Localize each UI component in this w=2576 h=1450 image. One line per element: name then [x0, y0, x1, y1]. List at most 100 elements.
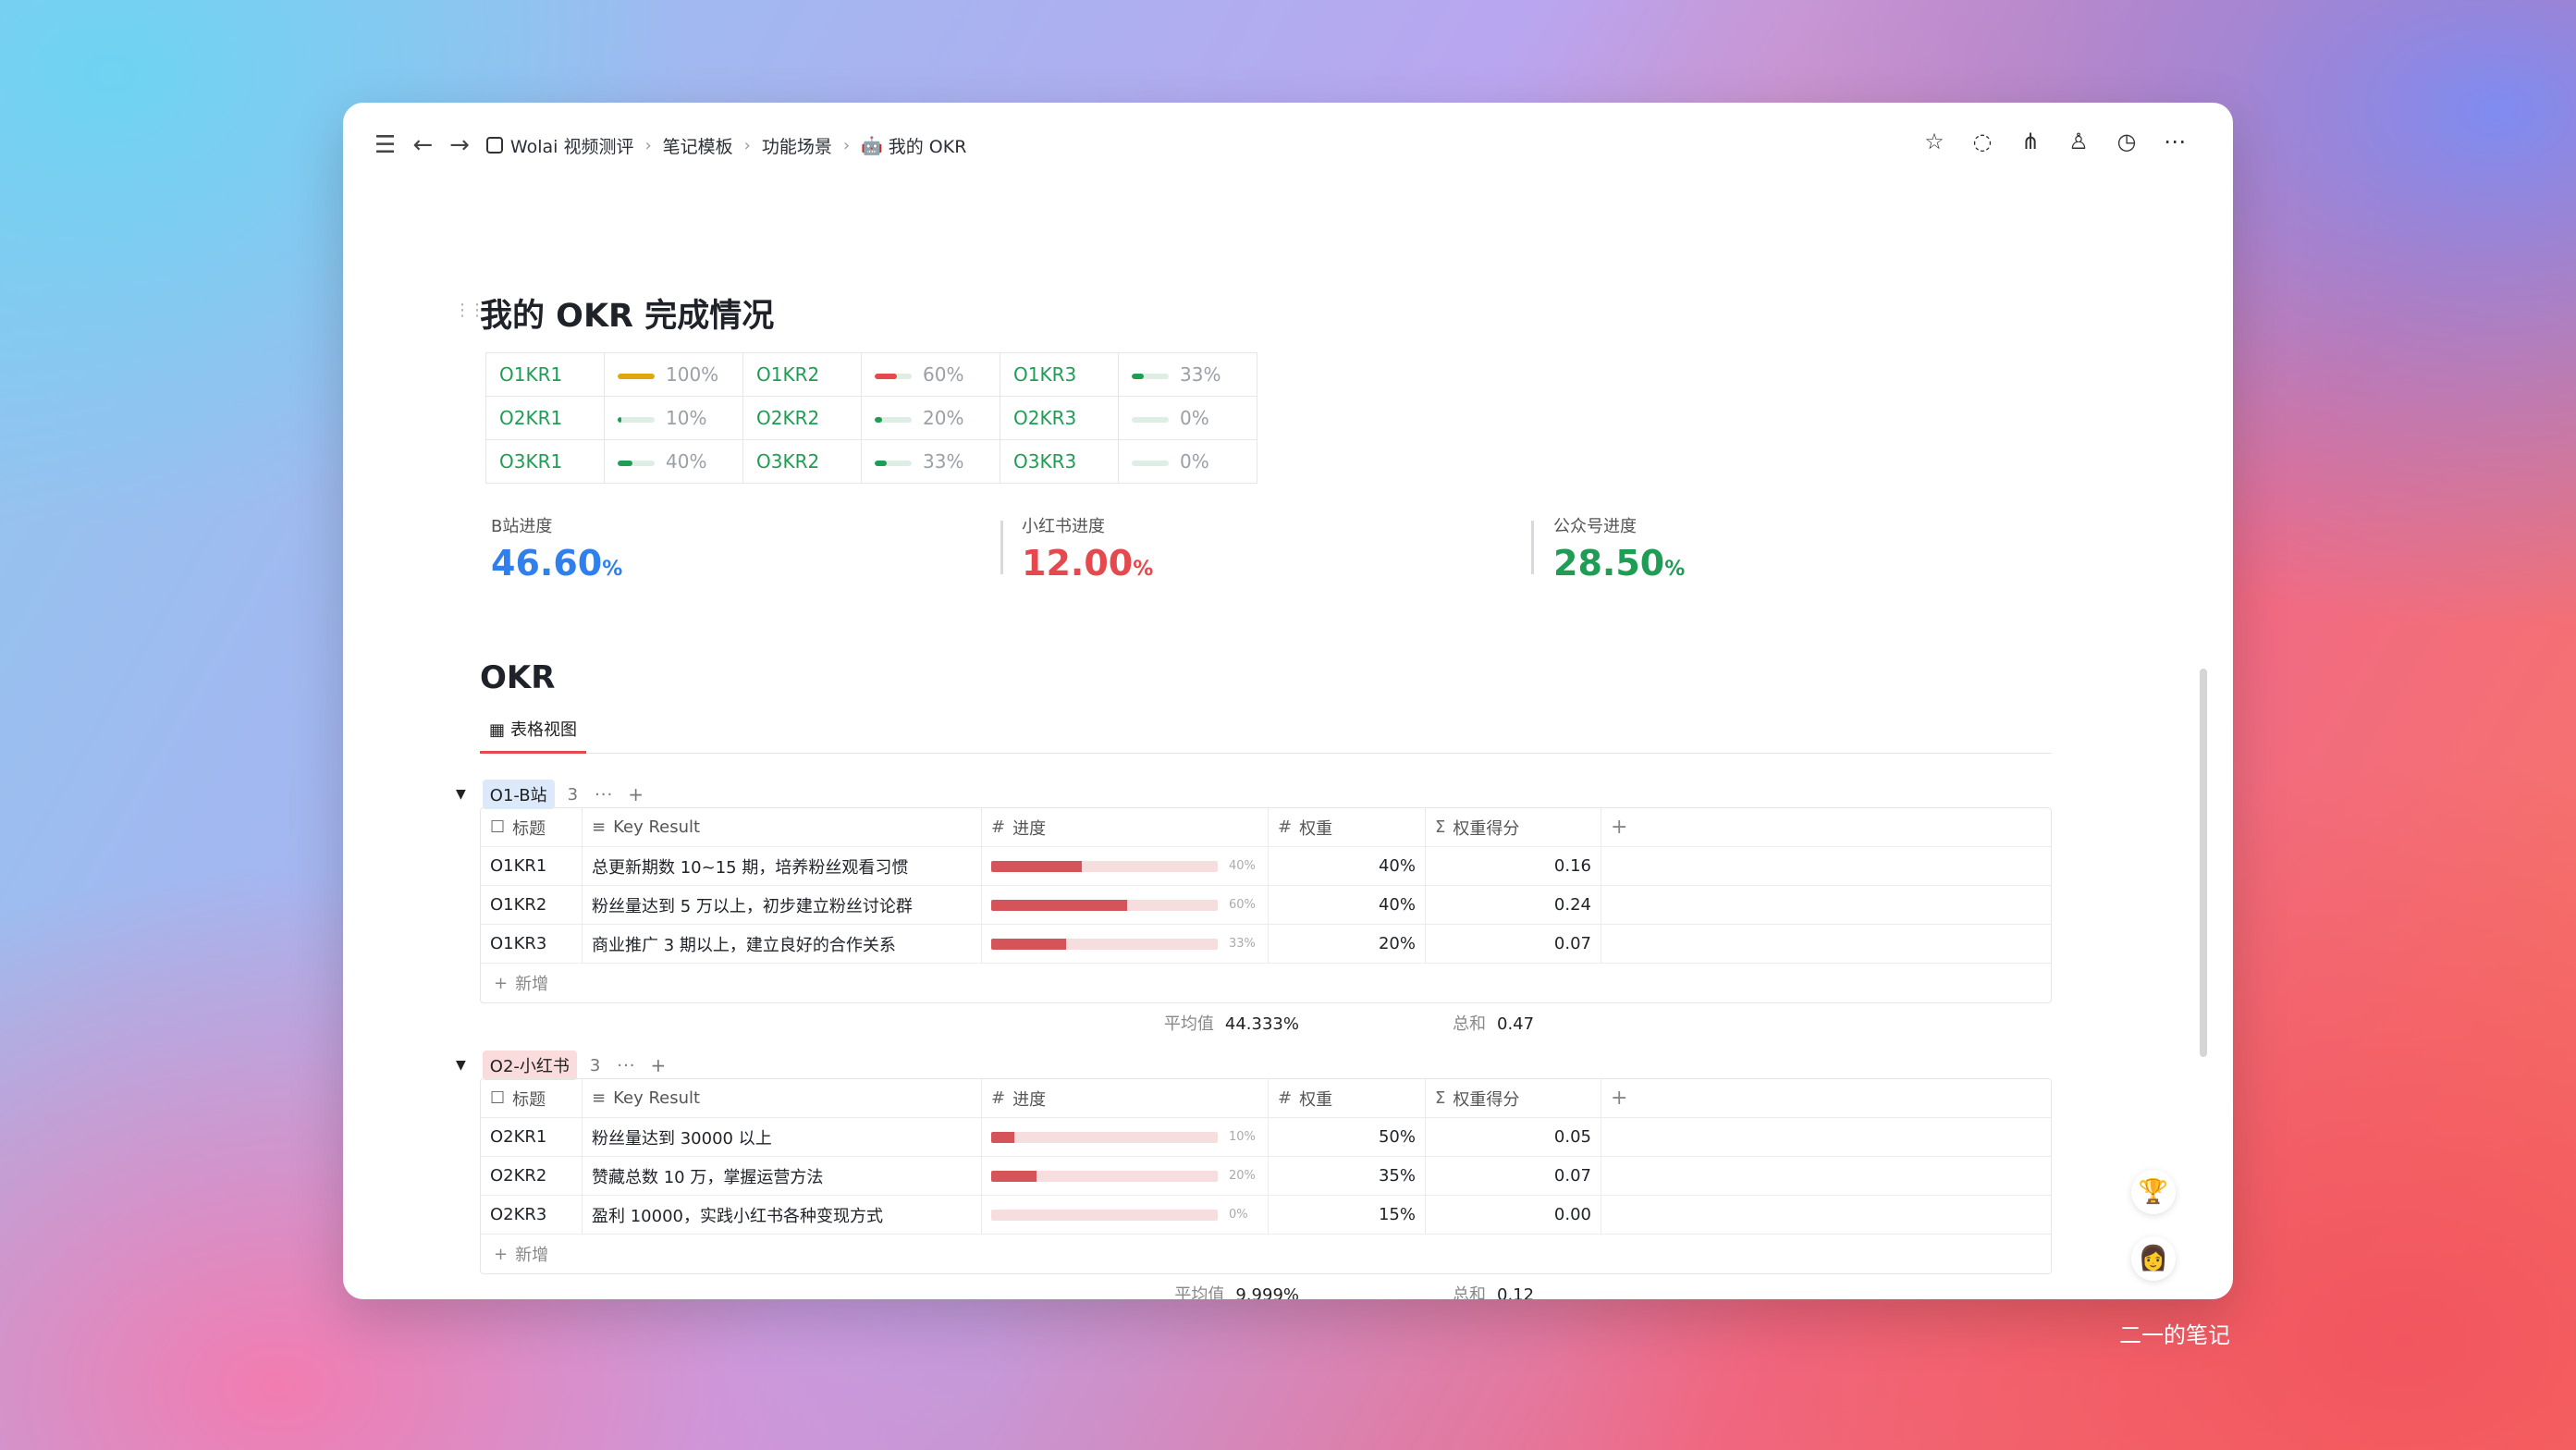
section-title[interactable]: OKR	[480, 659, 555, 696]
cell-score[interactable]: 0.07	[1426, 1157, 1601, 1195]
trophy-icon[interactable]: 🏆	[2131, 1170, 2176, 1214]
cell-score[interactable]: 0.00	[1426, 1196, 1601, 1234]
breadcrumb-item[interactable]: 笔记模板	[663, 133, 733, 158]
cell-key-result[interactable]: 商业推广 3 期以上，建立良好的合作关系	[583, 925, 982, 963]
page-title[interactable]: 我的 OKR 完成情况	[480, 289, 774, 337]
table-row[interactable]: O2KR1 粉丝量达到 30000 以上 10% 50% 0.05	[481, 1118, 2051, 1157]
cell-progress[interactable]: 20%	[982, 1157, 1269, 1195]
column-header[interactable]: ☐ 标题	[481, 1079, 583, 1117]
summary-label[interactable]: O3KR3	[1000, 439, 1119, 484]
collaborator-icon[interactable]: ♙	[2065, 129, 2092, 154]
cell-weight[interactable]: 40%	[1269, 886, 1426, 924]
cell-title[interactable]: O1KR2	[481, 886, 583, 924]
forward-icon[interactable]: →	[449, 133, 470, 157]
add-column-button[interactable]: +	[1601, 808, 2051, 846]
add-icon[interactable]: +	[628, 783, 644, 805]
summary-label[interactable]: O2KR1	[485, 396, 605, 440]
group-count: 3	[589, 1055, 601, 1075]
table-row[interactable]: O1KR3 商业推广 3 期以上，建立良好的合作关系 33% 20% 0.07	[481, 925, 2051, 964]
cell-weight[interactable]: 15%	[1269, 1196, 1426, 1234]
collapse-triangle-icon[interactable]: ▼	[456, 787, 466, 802]
back-icon[interactable]: ←	[412, 133, 433, 157]
tab-table-view[interactable]: ▦ 表格视图	[480, 717, 587, 754]
table-row[interactable]: O1KR2 粉丝量达到 5 万以上，初步建立粉丝讨论群 60% 40% 0.24	[481, 886, 2051, 925]
table-row[interactable]: O1KR1 总更新期数 10~15 期，培养粉丝观看习惯 40% 40% 0.1…	[481, 847, 2051, 886]
cell-title[interactable]: O1KR3	[481, 925, 583, 963]
okr-summary-table: O1KR1 100% O1KR2 60% O1KR3 33% O2KR1 10% O2KR2 20…	[485, 352, 1257, 484]
table-row[interactable]: O2KR2 赞藏总数 10 万，掌握运营方法 20% 35% 0.07	[481, 1157, 2051, 1196]
table-row[interactable]: O2KR3 盈利 10000，实践小红书各种变现方式 0% 15% 0.00	[481, 1196, 2051, 1235]
group-tag[interactable]: O2-小红书	[482, 1051, 577, 1080]
summary-percent: 0%	[1180, 407, 1209, 429]
summary-label[interactable]: O1KR2	[742, 352, 862, 397]
more-icon[interactable]: ···	[595, 785, 613, 805]
cell-score[interactable]: 0.07	[1426, 925, 1601, 963]
cell-empty[interactable]	[1601, 886, 2051, 924]
add-row-button[interactable]: + 新增	[481, 964, 2051, 1002]
top-bar: ☰ ← → Wolai 视频测评 › 笔记模板 › 功能场景 › 🤖 我的 OKR ☆…	[343, 103, 2233, 188]
column-header[interactable]: # 进度	[982, 1079, 1269, 1117]
cell-empty[interactable]	[1601, 1157, 2051, 1195]
cell-score[interactable]: 0.16	[1426, 847, 1601, 885]
column-header[interactable]: ≡ Key Result	[583, 1079, 982, 1117]
comment-icon[interactable]: ◌	[1969, 129, 1996, 154]
summary-label[interactable]: O1KR3	[1000, 352, 1119, 397]
column-header[interactable]: Σ 权重得分	[1426, 1079, 1601, 1117]
history-icon[interactable]: ◷	[2113, 129, 2141, 154]
summary-label[interactable]: O2KR2	[742, 396, 862, 440]
cell-key-result[interactable]: 赞藏总数 10 万，掌握运营方法	[583, 1157, 982, 1195]
cell-progress[interactable]: 33%	[982, 925, 1269, 963]
summary-label[interactable]: O2KR3	[1000, 396, 1119, 440]
cell-empty[interactable]	[1601, 1196, 2051, 1234]
cell-key-result[interactable]: 粉丝量达到 30000 以上	[583, 1118, 982, 1156]
cell-key-result[interactable]: 盈利 10000，实践小红书各种变现方式	[583, 1196, 982, 1234]
column-header[interactable]: ☐ 标题	[481, 808, 583, 846]
cell-progress[interactable]: 0%	[982, 1196, 1269, 1234]
cell-weight[interactable]: 35%	[1269, 1157, 1426, 1195]
breadcrumb-item[interactable]: Wolai 视频测评	[510, 133, 634, 158]
column-type-icon: Σ	[1435, 817, 1446, 837]
column-header[interactable]: # 权重	[1269, 1079, 1426, 1117]
cell-score[interactable]: 0.24	[1426, 886, 1601, 924]
cell-empty[interactable]	[1601, 925, 2051, 963]
cell-progress[interactable]: 10%	[982, 1118, 1269, 1156]
menu-icon[interactable]: ☰	[374, 133, 396, 157]
summary-label[interactable]: O3KR2	[742, 439, 862, 484]
column-header[interactable]: # 权重	[1269, 808, 1426, 846]
add-icon[interactable]: +	[651, 1054, 667, 1076]
mini-progress-bar	[875, 416, 912, 423]
summary-label[interactable]: O1KR1	[485, 352, 605, 397]
summary-progress: 0%	[1118, 439, 1257, 484]
breadcrumb-item[interactable]: 我的 OKR	[889, 133, 967, 158]
cell-empty[interactable]	[1601, 847, 2051, 885]
cell-weight[interactable]: 40%	[1269, 847, 1426, 885]
scrollbar[interactable]	[2200, 669, 2207, 1057]
add-column-button[interactable]: +	[1601, 1079, 2051, 1117]
avatar[interactable]: 👩	[2131, 1236, 2176, 1281]
cell-key-result[interactable]: 总更新期数 10~15 期，培养粉丝观看习惯	[583, 847, 982, 885]
progress-bar	[991, 1209, 1218, 1221]
collapse-triangle-icon[interactable]: ▼	[456, 1058, 466, 1073]
cell-key-result[interactable]: 粉丝量达到 5 万以上，初步建立粉丝讨论群	[583, 886, 982, 924]
star-icon[interactable]: ☆	[1920, 129, 1948, 154]
group-tag[interactable]: O1-B站	[482, 780, 555, 809]
cell-title[interactable]: O1KR1	[481, 847, 583, 885]
column-header[interactable]: ≡ Key Result	[583, 808, 982, 846]
cell-title[interactable]: O2KR2	[481, 1157, 583, 1195]
share-icon[interactable]: ⋔	[2017, 129, 2044, 154]
cell-title[interactable]: O2KR1	[481, 1118, 583, 1156]
more-icon[interactable]: ···	[617, 1056, 635, 1075]
cell-weight[interactable]: 50%	[1269, 1118, 1426, 1156]
cell-progress[interactable]: 60%	[982, 886, 1269, 924]
more-icon[interactable]: ⋯	[2161, 129, 2189, 154]
cell-title[interactable]: O2KR3	[481, 1196, 583, 1234]
summary-label[interactable]: O3KR1	[485, 439, 605, 484]
cell-score[interactable]: 0.05	[1426, 1118, 1601, 1156]
cell-weight[interactable]: 20%	[1269, 925, 1426, 963]
column-header[interactable]: Σ 权重得分	[1426, 808, 1601, 846]
column-header[interactable]: # 进度	[982, 808, 1269, 846]
cell-empty[interactable]	[1601, 1118, 2051, 1156]
breadcrumb-item[interactable]: 功能场景	[762, 133, 832, 158]
add-row-button[interactable]: + 新增	[481, 1235, 2051, 1273]
cell-progress[interactable]: 40%	[982, 847, 1269, 885]
